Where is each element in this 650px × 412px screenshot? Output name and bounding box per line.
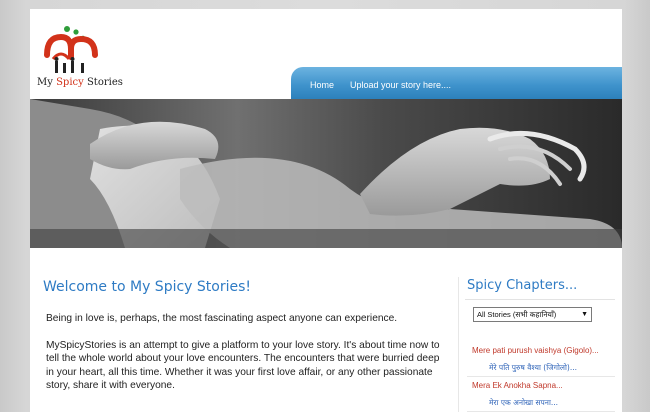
site-logo[interactable]: My Spicy Stories: [37, 25, 127, 95]
welcome-heading: Welcome to My Spicy Stories!: [43, 279, 252, 295]
story-category-select[interactable]: All Stories (सभी कहानियाँ) ▼: [473, 307, 592, 322]
page: My Spicy Stories Home Upload your story …: [30, 9, 622, 412]
story-category-value: All Stories (सभी कहानियाँ): [477, 310, 557, 319]
spicy-chapters-sidebar: Spicy Chapters... All Stories (सभी कहानि…: [458, 277, 618, 412]
story-subtitle-link[interactable]: मेरे पति पुरुष वैश्या (जिगोलो)...: [489, 363, 577, 373]
logo-emblem-icon: [44, 26, 98, 73]
story-title-link[interactable]: Mera Ek Anokha Sapna...: [472, 381, 563, 390]
description-paragraph: MySpicyStories is an attempt to give a p…: [46, 340, 440, 391]
nav-home-link[interactable]: Home: [310, 80, 334, 90]
main-nav: Home Upload your story here....: [291, 67, 622, 100]
sidebar-divider: [465, 299, 615, 300]
story-list-item: Mera Ek Anokha Sapna... मेरा एक अनोखा सप…: [459, 381, 619, 412]
header: My Spicy Stories Home Upload your story …: [30, 9, 622, 100]
dropdown-arrow-icon: ▼: [581, 311, 588, 318]
story-subtitle-link[interactable]: मेरा एक अनोखा सपना...: [489, 398, 558, 408]
nav-upload-story-link[interactable]: Upload your story here....: [350, 80, 451, 90]
story-divider: [467, 376, 615, 377]
story-list-item: Mere pati purush vaishya (Gigolo)... मेर…: [459, 346, 619, 380]
logo-text: My Spicy Stories: [37, 77, 123, 88]
intro-paragraph: Being in love is, perhaps, the most fasc…: [46, 313, 398, 324]
welcome-section: Welcome to My Spicy Stories! Being in lo…: [40, 279, 450, 392]
story-title-link[interactable]: Mere pati purush vaishya (Gigolo)...: [472, 346, 599, 355]
hero-banner-image: [30, 99, 622, 248]
sidebar-heading: Spicy Chapters...: [467, 278, 578, 293]
